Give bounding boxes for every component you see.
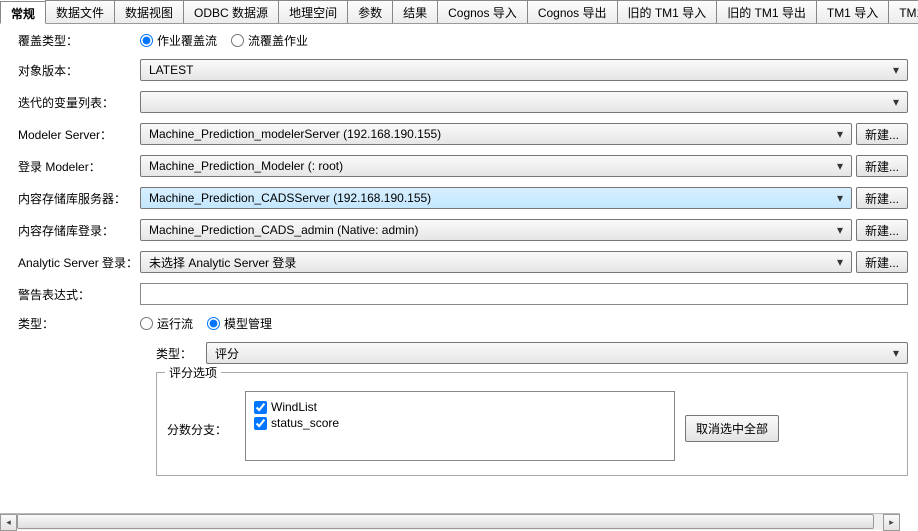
label-analytic-server-login: Analytic Server 登录：	[18, 254, 140, 271]
chevron-down-icon: ▾	[889, 95, 903, 109]
label-object-version: 对象版本：	[18, 62, 140, 79]
radio-job-overrides-stream-label: 作业覆盖流	[157, 32, 217, 49]
label-modeler-server: Modeler Server：	[18, 126, 140, 143]
label-content-repo-login: 内容存储库登录：	[18, 222, 140, 239]
radio-run-stream[interactable]: 运行流	[140, 315, 193, 332]
scroll-track[interactable]	[17, 514, 883, 530]
label-iter-var-list: 迭代的变量列表：	[18, 94, 140, 111]
chevron-down-icon: ▾	[889, 63, 903, 77]
tab-tm1-import[interactable]: TM1 导入	[816, 0, 889, 23]
tab-old-tm1-import[interactable]: 旧的 TM1 导入	[617, 0, 718, 23]
combo-modeler-server[interactable]: Machine_Prediction_modelerServer (192.16…	[140, 123, 852, 145]
score-item-status-score[interactable]: status_score	[254, 416, 666, 430]
label-login-modeler: 登录 Modeler：	[18, 158, 140, 175]
score-options-legend: 评分选项	[165, 364, 221, 381]
score-item-windlist-label: WindList	[271, 400, 317, 414]
triangle-right-icon: ▸	[889, 517, 894, 528]
tab-geospatial[interactable]: 地理空间	[278, 0, 348, 23]
combo-content-repo-login-value: Machine_Prediction_CADS_admin (Native: a…	[149, 223, 833, 237]
combo-login-modeler[interactable]: Machine_Prediction_Modeler (: root) ▾	[140, 155, 852, 177]
radio-run-stream-label: 运行流	[157, 315, 193, 332]
combo-modeler-server-value: Machine_Prediction_modelerServer (192.16…	[149, 127, 833, 141]
combo-object-version-value: LATEST	[149, 63, 889, 77]
chevron-down-icon: ▾	[889, 346, 903, 360]
radio-model-management-input[interactable]	[207, 317, 220, 330]
radio-model-management-label: 模型管理	[224, 315, 272, 332]
tab-data-files[interactable]: 数据文件	[45, 0, 115, 23]
combo-content-repo-server[interactable]: Machine_Prediction_CADSServer (192.168.1…	[140, 187, 852, 209]
new-analytic-server-login-button[interactable]: 新建...	[856, 251, 908, 273]
deselect-all-button[interactable]: 取消选中全部	[685, 415, 779, 442]
combo-content-repo-server-value: Machine_Prediction_CADSServer (192.168.1…	[149, 191, 833, 205]
combo-iter-var-list[interactable]: ▾	[140, 91, 908, 113]
tab-cognos-export[interactable]: Cognos 导出	[527, 0, 618, 23]
chevron-down-icon: ▾	[833, 127, 847, 141]
combo-analytic-server-login-value: 未选择 Analytic Server 登录	[149, 254, 833, 271]
label-override-type: 覆盖类型：	[18, 32, 140, 49]
model-management-panel: 类型： 评分 ▾ 评分选项 分数分支： WindList status_scor…	[156, 342, 908, 476]
tab-cognos-import[interactable]: Cognos 导入	[437, 0, 528, 23]
label-type: 类型：	[18, 315, 140, 332]
score-options-fieldset: 评分选项 分数分支： WindList status_score 取消选中全部	[156, 372, 908, 476]
new-login-modeler-button[interactable]: 新建...	[856, 155, 908, 177]
new-content-repo-server-button[interactable]: 新建...	[856, 187, 908, 209]
label-subtype: 类型：	[156, 345, 206, 362]
new-content-repo-login-button[interactable]: 新建...	[856, 219, 908, 241]
radio-run-stream-input[interactable]	[140, 317, 153, 330]
warning-expr-input[interactable]	[140, 283, 908, 305]
scroll-thumb[interactable]	[17, 514, 874, 529]
score-item-status-score-label: status_score	[271, 416, 339, 430]
content-area: 覆盖类型： 作业覆盖流 流覆盖作业 对象版本： LATEST ▾ 迭代的变量列表…	[0, 24, 918, 502]
horizontal-scrollbar[interactable]: ◂ ▸	[0, 513, 900, 530]
tab-old-tm1-export[interactable]: 旧的 TM1 导出	[716, 0, 817, 23]
label-content-repo-server: 内容存储库服务器：	[18, 190, 140, 207]
chevron-down-icon: ▾	[833, 255, 847, 269]
combo-login-modeler-value: Machine_Prediction_Modeler (: root)	[149, 159, 833, 173]
radio-job-overrides-stream[interactable]: 作业覆盖流	[140, 32, 217, 49]
radio-stream-overrides-job-label: 流覆盖作业	[248, 32, 308, 49]
label-warning-expr: 警告表达式：	[18, 286, 140, 303]
chevron-down-icon: ▾	[833, 159, 847, 173]
tab-odbc[interactable]: ODBC 数据源	[183, 0, 279, 23]
scroll-left-button[interactable]: ◂	[0, 514, 17, 531]
score-item-status-score-checkbox[interactable]	[254, 417, 267, 430]
radio-model-management[interactable]: 模型管理	[207, 315, 272, 332]
combo-content-repo-login[interactable]: Machine_Prediction_CADS_admin (Native: a…	[140, 219, 852, 241]
score-branch-listbox[interactable]: WindList status_score	[245, 391, 675, 461]
tab-general[interactable]: 常规	[0, 1, 46, 24]
tab-tm1-export-truncated[interactable]: TM1 导	[888, 0, 918, 23]
combo-subtype[interactable]: 评分 ▾	[206, 342, 908, 364]
radio-stream-overrides-job-input[interactable]	[231, 34, 244, 47]
combo-subtype-value: 评分	[215, 345, 889, 362]
radio-stream-overrides-job[interactable]: 流覆盖作业	[231, 32, 308, 49]
score-item-windlist[interactable]: WindList	[254, 400, 666, 414]
label-score-branch: 分数分支：	[167, 391, 245, 438]
tab-params[interactable]: 参数	[347, 0, 393, 23]
radio-job-overrides-stream-input[interactable]	[140, 34, 153, 47]
tab-results[interactable]: 结果	[392, 0, 438, 23]
triangle-left-icon: ◂	[6, 517, 11, 528]
scroll-right-button[interactable]: ▸	[883, 514, 900, 531]
score-item-windlist-checkbox[interactable]	[254, 401, 267, 414]
combo-analytic-server-login[interactable]: 未选择 Analytic Server 登录 ▾	[140, 251, 852, 273]
chevron-down-icon: ▾	[833, 223, 847, 237]
new-modeler-server-button[interactable]: 新建...	[856, 123, 908, 145]
chevron-down-icon: ▾	[833, 191, 847, 205]
tab-data-views[interactable]: 数据视图	[114, 0, 184, 23]
tab-bar: 常规 数据文件 数据视图 ODBC 数据源 地理空间 参数 结果 Cognos …	[0, 0, 918, 24]
combo-object-version[interactable]: LATEST ▾	[140, 59, 908, 81]
